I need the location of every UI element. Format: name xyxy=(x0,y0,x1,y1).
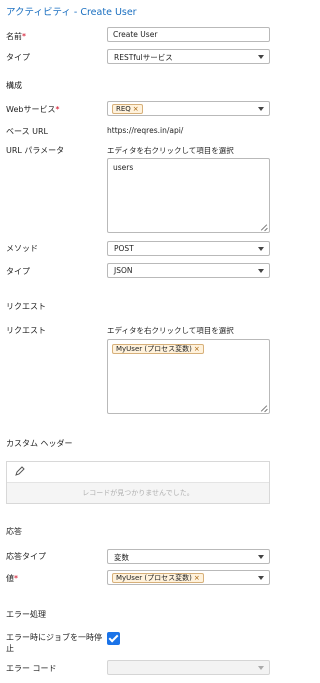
chevron-down-icon xyxy=(258,555,264,559)
pause-on-error-label: エラー時にジョブを一時停 止 xyxy=(6,633,102,653)
edit-pencil-icon[interactable] xyxy=(15,466,25,476)
remove-chip-icon[interactable]: × xyxy=(194,345,200,353)
chevron-down-icon xyxy=(258,247,264,251)
section-custom-headers: カスタム ヘッダー xyxy=(6,439,73,448)
request-textarea[interactable]: MyUser (プロセス変数) × xyxy=(107,339,270,414)
url-params-text: users xyxy=(113,163,134,172)
url-params-label: URL パラメータ xyxy=(6,146,65,155)
url-params-hint: エディタを右クリックして項目を選択 xyxy=(107,146,234,155)
custom-headers-toolbar xyxy=(7,462,269,483)
method-select-value: POST xyxy=(114,244,134,253)
error-code-select[interactable] xyxy=(107,660,270,675)
response-type-select[interactable]: 変数 xyxy=(107,549,270,564)
chevron-down-icon xyxy=(258,666,264,670)
section-response: 応答 xyxy=(6,527,22,536)
name-input[interactable]: Create User xyxy=(107,27,270,42)
resize-grip-icon[interactable] xyxy=(261,224,267,230)
request-chip-label: MyUser (プロセス変数) xyxy=(116,345,192,353)
response-value-label: 値* xyxy=(6,574,18,583)
type-select[interactable]: RESTfulサービス xyxy=(107,49,270,64)
resize-grip-icon[interactable] xyxy=(261,405,267,411)
chevron-down-icon xyxy=(258,269,264,273)
url-params-textarea[interactable]: users xyxy=(107,158,270,233)
base-url-label: ベース URL xyxy=(6,127,49,136)
section-request: リクエスト xyxy=(6,302,46,311)
remove-chip-icon[interactable]: × xyxy=(133,105,139,113)
request-chip[interactable]: MyUser (プロセス変数) × xyxy=(112,344,204,354)
section-config: 構成 xyxy=(6,81,22,90)
chevron-down-icon xyxy=(258,55,264,59)
pause-on-error-checkbox[interactable] xyxy=(107,632,120,645)
base-url-value: https://reqres.in/api/ xyxy=(107,126,184,135)
response-value-chip[interactable]: MyUser (プロセス変数) × xyxy=(112,573,204,583)
chevron-down-icon xyxy=(258,107,264,111)
type-select-value: RESTfulサービス xyxy=(114,53,173,62)
web-service-chip[interactable]: REQ × xyxy=(112,104,143,114)
custom-headers-grid: レコードが見つかりませんでした。 xyxy=(6,461,270,504)
method-select[interactable]: POST xyxy=(107,241,270,256)
web-service-label: Webサービス* xyxy=(6,105,60,114)
response-type-label: 応答タイプ xyxy=(6,552,46,561)
type-label: タイプ xyxy=(6,53,30,62)
chevron-down-icon xyxy=(258,576,264,580)
request-hint: エディタを右クリックして項目を選択 xyxy=(107,326,234,335)
content-type-select-value: JSON xyxy=(114,266,133,275)
content-type-label: タイプ xyxy=(6,267,30,276)
web-service-chip-label: REQ xyxy=(116,105,131,113)
response-value-chip-label: MyUser (プロセス変数) xyxy=(116,574,192,582)
section-error-handling: エラー処理 xyxy=(6,610,46,619)
response-type-select-value: 変数 xyxy=(114,553,129,562)
custom-headers-empty: レコードが見つかりませんでした。 xyxy=(7,483,269,503)
web-service-select[interactable]: REQ × xyxy=(107,101,270,116)
error-code-label: エラー コード xyxy=(6,664,57,673)
method-label: メソッド xyxy=(6,244,38,253)
response-value-select[interactable]: MyUser (プロセス変数) × xyxy=(107,570,270,585)
page-title: アクティビティ - Create User xyxy=(6,7,137,18)
request-label: リクエスト xyxy=(6,326,46,335)
name-label: 名前* xyxy=(6,32,26,41)
content-type-select[interactable]: JSON xyxy=(107,263,270,278)
remove-chip-icon[interactable]: × xyxy=(194,574,200,582)
